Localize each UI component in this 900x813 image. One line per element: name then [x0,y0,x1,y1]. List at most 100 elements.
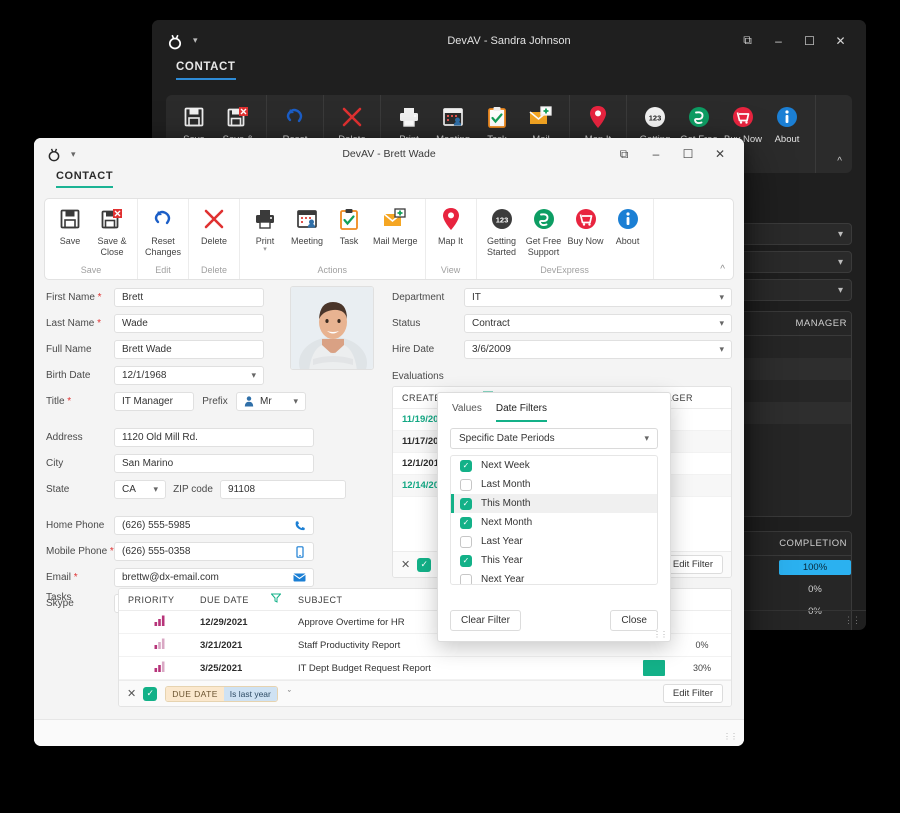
filter-enabled-checkbox[interactable]: ✓ [417,558,431,572]
chevron-up-icon[interactable]: ^ [837,156,842,167]
checkbox[interactable] [460,574,472,586]
close-button[interactable]: ✕ [825,28,856,54]
ribbon-button-delete[interactable]: Delete [193,205,235,265]
chevron-down-icon[interactable]: ▾ [247,247,283,253]
edit-filter-button[interactable]: Edit Filter [663,555,723,574]
birth-date-value: 12/1/1968 [122,370,247,381]
resize-grip-icon[interactable]: ⋮⋮ [723,732,737,741]
clear-filter-icon[interactable]: ✕ [401,558,410,571]
edit-filter-button[interactable]: Edit Filter [663,684,723,703]
floppy-save-close-icon [94,205,130,233]
cell-progress [543,660,673,676]
map-pin-icon [576,103,620,131]
filter-option[interactable]: ✓ Next Week [451,456,657,475]
date-period-selector[interactable]: Specific Date Periods ▾ [450,428,658,449]
restore-down-extra-button[interactable]: ⧉ [608,142,640,166]
cell-subject: IT Dept Budget Request Report [289,663,543,674]
evaluations-caption: Evaluations [392,371,732,382]
tab-values[interactable]: Values [452,403,482,422]
close-popup-button[interactable]: Close [610,610,658,631]
ribbon-group-actions: Print ▾ Meeting Task Mail Merge Actions [240,199,426,279]
filter-pill[interactable]: DUE DATE Is last year [165,686,278,702]
ribbon-button-task[interactable]: Task [328,205,370,265]
zip-field[interactable]: 91108 [220,480,346,499]
minimize-button[interactable]: – [763,28,794,54]
tab-contact[interactable]: CONTACT [56,170,113,188]
ribbon-button-about[interactable]: About [765,103,809,146]
clear-filter-icon[interactable]: ✕ [127,687,136,700]
back-ribbon-spacer [816,95,852,173]
filter-option-label: This Year [481,555,523,566]
tab-contact[interactable]: CONTACT [176,61,236,80]
ribbon-button-mailmerge[interactable]: Mail Merge [370,205,421,265]
minimize-button[interactable]: – [640,142,672,166]
first-name-field[interactable]: Brett [114,288,264,307]
ribbon-button-print[interactable]: Print ▾ [244,205,286,265]
ribbon-button-save[interactable]: Save [49,205,91,265]
resize-grip-icon[interactable]: ⋮⋮ [844,615,860,626]
filter-enabled-checkbox[interactable]: ✓ [143,687,157,701]
state-field[interactable]: CA ▾ [114,480,166,499]
ribbon-button-getfreesupport[interactable]: Get FreeSupport [523,205,565,265]
checkbox[interactable]: ✓ [460,555,472,567]
address-field[interactable]: 1120 Old Mill Rd. [114,428,314,447]
close-button[interactable]: ✕ [704,142,736,166]
date-filter-popup[interactable]: Values Date Filters Specific Date Period… [437,392,671,642]
tab-date-filters[interactable]: Date Filters [496,403,547,422]
ribbon-button-saveclose[interactable]: Save &Close [91,205,133,265]
city-field[interactable]: San Marino [114,454,314,473]
filter-option[interactable]: Next Year [451,570,657,585]
cell-completion: 0% [673,640,731,650]
resize-grip-icon[interactable]: ⋮⋮ [653,630,667,639]
department-field[interactable]: IT▾ [464,288,732,307]
chevron-down-icon[interactable]: ▾ [71,149,76,160]
cell-due-date: 3/21/2021 [191,640,263,651]
checkbox[interactable]: ✓ [460,460,472,472]
prefix-field[interactable]: Mr ▾ [236,392,306,411]
filter-option[interactable]: ✓ This Year [451,551,657,570]
filter-option[interactable]: ✓ This Month [451,494,657,513]
table-row[interactable]: 3/25/2021 IT Dept Budget Request Report … [119,657,731,680]
filter-option[interactable]: Last Month [451,475,657,494]
clear-filter-button[interactable]: Clear Filter [450,610,521,631]
email-field[interactable]: brettw@dx-email.com [114,568,314,587]
date-period-option-list[interactable]: ✓ Next Week Last Month ✓ This Month ✓ Ne… [450,455,658,585]
funnel-icon[interactable] [263,593,289,606]
ribbon-button-gettingstarted[interactable]: 123 GettingStarted [481,205,523,265]
mobile-icon[interactable] [294,546,306,558]
checkbox[interactable]: ✓ [460,517,472,529]
phone-icon[interactable] [294,520,306,532]
ribbon-button-resetchanges[interactable]: ResetChanges [142,205,184,265]
ribbon-button-label: Save [52,236,88,247]
birth-date-field[interactable]: 12/1/1968▾ [114,366,264,385]
hire-date-field[interactable]: 3/6/2009▾ [464,340,732,359]
city-row: City San Marino [46,454,346,473]
ribbon-group-label: View [426,265,476,279]
svg-text:123: 123 [495,215,508,224]
column-priority[interactable]: PRIORITY [119,595,191,605]
maximize-button[interactable]: ☐ [794,28,825,54]
ribbon-button-mapit[interactable]: Map It [430,205,472,265]
checkbox[interactable] [460,479,472,491]
ribbon-button-about[interactable]: About [607,205,649,265]
restore-down-extra-button[interactable]: ⧉ [732,28,763,54]
chevron-down-icon[interactable]: ˇ [288,689,291,699]
last-name-field[interactable]: Wade [114,314,264,333]
ribbon-button-buynow[interactable]: Buy Now [565,205,607,265]
envelope-icon[interactable] [293,572,306,583]
back-ribbon-tabs: CONTACT [152,61,866,87]
title-field[interactable]: IT Manager [114,392,194,411]
full-name-field[interactable]: Brett Wade [114,340,264,359]
filter-option[interactable]: Last Year [451,532,657,551]
mobile-phone-field[interactable]: (626) 555-0358 [114,542,314,561]
home-phone-field[interactable]: (626) 555-5985 [114,516,314,535]
chevron-up-icon[interactable]: ^ [720,264,725,275]
status-field[interactable]: Contract▾ [464,314,732,333]
maximize-button[interactable]: ☐ [672,142,704,166]
checkbox[interactable] [460,536,472,548]
ribbon-button-meeting[interactable]: Meeting [286,205,328,265]
filter-option[interactable]: ✓ Next Month [451,513,657,532]
column-due-date[interactable]: DUE DATE [191,595,263,605]
chevron-down-icon[interactable]: ▾ [193,35,198,46]
checkbox[interactable]: ✓ [460,498,472,510]
